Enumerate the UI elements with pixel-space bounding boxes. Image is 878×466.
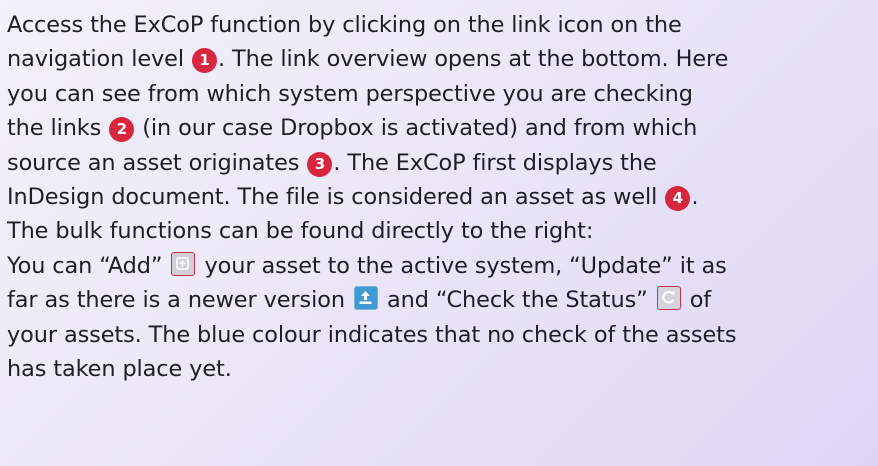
text-segment: . The link overview opens at the bottom.… — [218, 46, 729, 73]
text-line-3: you can see from which system perspectiv… — [7, 77, 871, 111]
text-segment: . The ExCoP first displays the — [333, 149, 657, 176]
text-line-10: your assets. The blue colour indicates t… — [7, 318, 871, 352]
text-segment: you can see from which system perspectiv… — [7, 80, 693, 107]
callout-badge-1: 1 — [192, 48, 217, 74]
text-segment: your asset to the active system, “Update… — [204, 252, 727, 279]
text-segment: Access the ExCoP function by clicking on… — [7, 12, 682, 38]
text-line-6: InDesign document. The file is considere… — [7, 180, 871, 214]
text-segment: You can “Add” — [7, 252, 163, 279]
text-segment: InDesign document. The file is considere… — [7, 184, 658, 211]
text-line-8: You can “Add” your asset to the active s… — [7, 249, 871, 283]
instruction-page: Access the ExCoP function by clicking on… — [0, 0, 878, 466]
text-segment: of — [689, 287, 712, 314]
text-segment: has taken place yet. — [7, 356, 232, 383]
text-segment: your assets. The blue colour indicates t… — [7, 321, 737, 348]
update-icon — [353, 286, 378, 311]
text-segment: the links — [7, 115, 102, 142]
text-line-5: source an asset originates 3. The ExCoP … — [7, 146, 871, 180]
text-segment: far as there is a newer version — [7, 287, 345, 314]
text-line-2: navigation level 1. The link overview op… — [7, 42, 871, 76]
text-segment: navigation level — [7, 46, 184, 73]
instruction-paragraph: Access the ExCoP function by clicking on… — [7, 8, 871, 386]
text-line-4: the links 2 (in our case Dropbox is acti… — [7, 111, 871, 145]
text-segment: source an asset originates — [7, 149, 300, 176]
text-line-9: far as there is a newer version and “Che… — [7, 283, 871, 317]
callout-badge-2: 2 — [109, 117, 135, 143]
text-line-11: has taken place yet. — [7, 352, 871, 386]
text-segment: . — [691, 184, 699, 211]
check-status-icon — [656, 286, 681, 311]
text-segment: (in our case Dropbox is activated) and f… — [142, 115, 698, 142]
callout-badge-3: 3 — [307, 151, 333, 177]
text-segment: and “Check the Status” — [386, 287, 648, 314]
text-line-1: Access the ExCoP function by clicking on… — [7, 8, 871, 42]
text-segment: The bulk functions can be found directly… — [7, 218, 594, 245]
add-icon — [171, 251, 196, 276]
callout-badge-4: 4 — [665, 186, 691, 212]
text-line-7: The bulk functions can be found directly… — [7, 214, 871, 248]
